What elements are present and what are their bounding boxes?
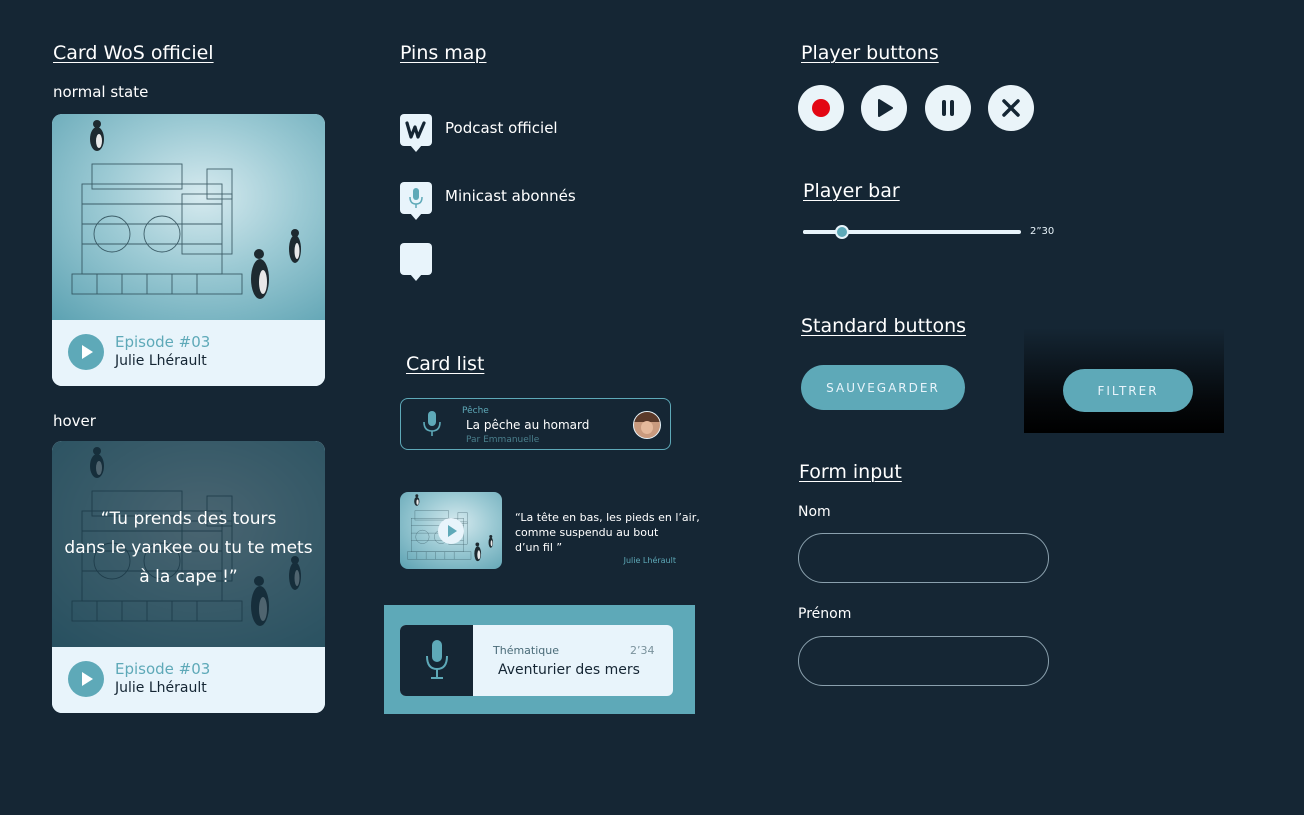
episode-number: Episode #03 [115,660,211,678]
episode-play-button[interactable] [68,661,104,697]
episode-play-button[interactable] [68,334,104,370]
record-button[interactable] [798,85,844,131]
quote-line: “La tête en bas, les pieds en l’air, [515,511,700,524]
pin-label: Minicast abonnés [445,187,576,205]
player-progress-track[interactable] [803,225,1021,239]
card-list-thumbnail[interactable] [400,492,502,569]
episode-author: Julie Lhérault [115,353,207,369]
quote-author: Julie Lhérault [623,556,676,565]
pin-minicast[interactable] [400,182,432,220]
thematique-icon-panel [400,625,473,696]
card-list-item-podcast[interactable]: Pêche La pêche au homard Par Emmanuelle [400,398,671,450]
quote-line: comme suspendu au bout [515,526,659,539]
play-icon [82,345,93,359]
episode-card-normal[interactable]: Episode #03 Julie Lhérault [52,114,325,386]
thematique-title: Aventurier des mers [498,662,640,678]
normal-state-label: normal state [53,83,149,101]
card-category: Pêche [462,406,489,416]
close-button[interactable] [988,85,1034,131]
pause-button[interactable] [925,85,971,131]
save-button[interactable]: SAUVEGARDER [801,365,965,410]
hover-state-label: hover [53,412,96,430]
card-list-heading: Card list [406,353,485,375]
filter-button-dark-panel: FILTRER [1024,328,1224,433]
player-time: 2”30 [1030,226,1055,237]
thematique-label: Thématique [493,644,560,657]
avatar [633,411,661,439]
card-wos-heading: Card WoS officiel [53,42,214,64]
standard-buttons-heading: Standard buttons [801,315,967,337]
nom-input[interactable] [798,533,1049,583]
prenom-label: Prénom [798,606,852,622]
episode-illustration [52,114,325,320]
episode-author: Julie Lhérault [115,680,207,696]
microphone-icon [426,640,448,679]
quote-line: “Tu prends des tours [100,509,277,529]
card-author: Par Emmanuelle [466,435,540,445]
episode-card-footer: Episode #03 Julie Lhérault [52,320,325,386]
prenom-input[interactable] [798,636,1049,686]
play-icon [878,99,893,117]
quote-line: dans le yankee ou tu te mets [64,538,313,558]
form-input-heading: Form input [799,461,902,483]
pin-podcast-officiel[interactable] [400,114,432,152]
player-progress-thumb[interactable] [835,225,850,239]
duration: 2’34 [630,644,655,657]
card-list-quote: “La tête en bas, les pieds en l’air, com… [515,510,700,555]
play-icon [82,672,93,686]
play-icon [448,525,457,537]
episode-illustration: “Tu prends des tours dans le yankee ou t… [52,441,325,647]
pin-blank[interactable] [400,243,432,281]
player-bar-heading: Player bar [803,180,900,202]
thumbnail-play-button[interactable] [438,518,464,544]
episode-quote: “Tu prends des tours dans le yankee ou t… [52,505,325,592]
microphone-icon [409,188,423,208]
pins-map-heading: Pins map [400,42,487,64]
nom-label: Nom [798,504,831,520]
pause-icon [942,100,954,116]
record-icon [812,99,830,117]
episode-card-hover[interactable]: “Tu prends des tours dans le yankee ou t… [52,441,325,713]
quote-line: à la cape !” [139,567,238,587]
filter-button[interactable]: FILTRER [1063,369,1193,412]
w-logo-icon [405,121,426,139]
pin-label: Podcast officiel [445,119,558,137]
thematique-card[interactable]: Thématique 2’34 Aventurier des mers [400,625,673,696]
close-icon [1002,99,1020,117]
play-button[interactable] [861,85,907,131]
player-buttons-heading: Player buttons [801,42,939,64]
episode-number: Episode #03 [115,333,211,351]
quote-line: d’un fil ” [515,541,563,554]
microphone-icon [423,411,441,436]
episode-card-footer: Episode #03 Julie Lhérault [52,647,325,713]
thematique-tile-container: Thématique 2’34 Aventurier des mers [384,605,695,714]
card-title: La pêche au homard [466,418,590,432]
